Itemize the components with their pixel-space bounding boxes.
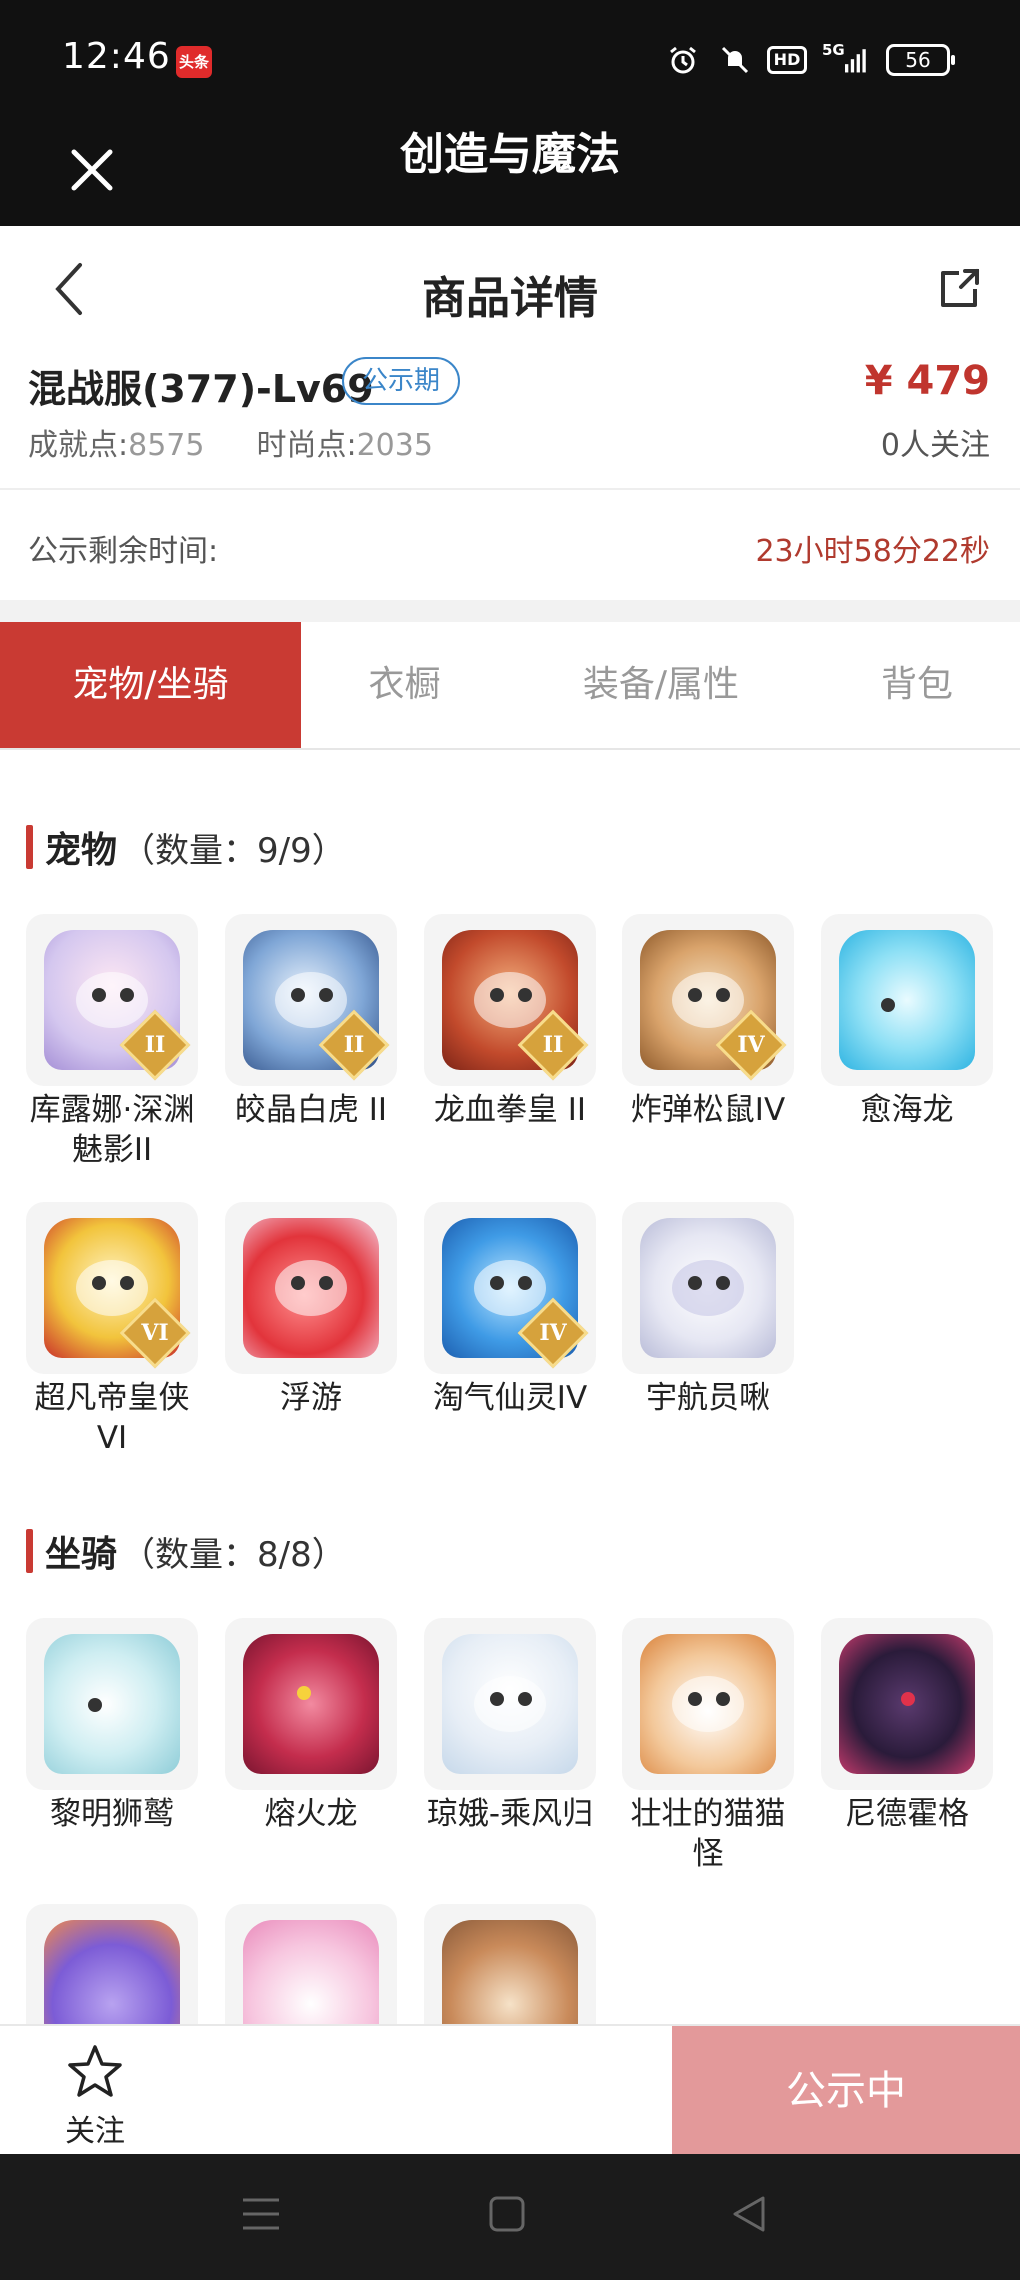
pet-item[interactable]: II 龙血拳皇 II — [424, 914, 596, 1130]
pet-thumbnail: II — [225, 914, 397, 1086]
status-bar: 12:46 头条 HD 5G 56 — [0, 0, 1020, 118]
close-icon — [71, 149, 113, 191]
pet-item[interactable]: IV 淘气仙灵IV — [424, 1202, 596, 1418]
fashion-value: 2035 — [356, 428, 433, 463]
nav-home-button[interactable] — [472, 2184, 542, 2244]
mount-name: 尼德霍格 — [845, 1796, 969, 1832]
tab-bar: 宠物/坐骑 衣橱 装备/属性 背包 — [0, 622, 1020, 750]
mount-item[interactable]: 尼德霍格 — [821, 1618, 993, 1834]
signal-icon: 5G — [822, 43, 868, 77]
pet-thumbnail: IV — [424, 1202, 596, 1374]
mount-name: 壮壮的猫猫怪 — [630, 1796, 786, 1872]
achievement-value: 8575 — [128, 428, 205, 463]
bottom-action-bar: 关注 公示中 — [0, 2024, 1020, 2156]
mounts-title: 坐骑 — [45, 1534, 118, 1575]
pets-section-title: 宠物 （数量：9/9） — [26, 824, 346, 871]
pet-name: 宇航员啾 — [646, 1380, 770, 1416]
pet-name: 淘气仙灵IV — [432, 1380, 588, 1416]
mount-item[interactable]: 熔火龙 — [225, 1618, 397, 1834]
share-icon — [941, 269, 979, 307]
pet-thumbnail — [225, 1202, 397, 1374]
server-name: 混战服(377)-Lv69 — [28, 367, 374, 411]
status-button[interactable]: 公示中 — [672, 2026, 1020, 2156]
pet-item[interactable]: 宇航员啾 — [622, 1202, 794, 1418]
system-nav-bar — [0, 2154, 1020, 2280]
pet-thumbnail: II — [26, 914, 198, 1086]
page-title: 商品详情 — [422, 273, 598, 324]
follow-button[interactable]: 关注 — [20, 2032, 170, 2150]
pet-item[interactable]: II 库露娜·深渊魅影II — [26, 914, 198, 1170]
pet-name: 炸弹松鼠IV — [630, 1092, 786, 1128]
battery-icon: 56 — [886, 44, 955, 76]
triangle-back-icon — [733, 2196, 765, 2232]
close-button[interactable] — [52, 130, 132, 210]
pet-thumbnail — [622, 1202, 794, 1374]
tab-pets-mounts[interactable]: 宠物/坐骑 — [0, 622, 301, 748]
pet-item[interactable]: II 皎晶白虎 II — [225, 914, 397, 1130]
countdown-value: 23小时58分22秒 — [755, 534, 990, 569]
mount-item[interactable]: 琼娥-乘风归 — [424, 1618, 596, 1834]
mount-thumbnail — [424, 1618, 596, 1790]
pet-item[interactable]: IV 炸弹松鼠IV — [622, 914, 794, 1130]
share-button[interactable] — [924, 254, 994, 324]
pet-name: 龙血拳皇 II — [433, 1092, 587, 1128]
mount-item[interactable]: 壮壮的猫猫怪 — [622, 1618, 794, 1874]
mount-name: 琼娥-乘风归 — [426, 1796, 594, 1832]
countdown-label: 公示剩余时间: — [28, 534, 219, 569]
mounts-count: （数量：8/8） — [121, 1534, 346, 1575]
square-icon — [489, 2196, 525, 2232]
mount-thumbnail — [26, 1618, 198, 1790]
pet-thumbnail: II — [424, 914, 596, 1086]
menu-icon — [243, 2198, 279, 2230]
price: ¥ 479 — [864, 358, 990, 404]
pet-name: 超凡帝皇侠VI — [34, 1380, 190, 1456]
detail-header: 商品详情 — [0, 226, 1020, 356]
app-title: 创造与魔法 — [400, 129, 620, 180]
nav-menu-button[interactable] — [226, 2184, 296, 2244]
mount-thumbnail — [225, 1618, 397, 1790]
section-separator — [0, 600, 1020, 622]
hd-icon: HD — [766, 43, 808, 77]
mount-thumbnail — [622, 1618, 794, 1790]
alarm-icon — [666, 43, 700, 77]
pet-item[interactable]: 愈海龙 — [821, 914, 993, 1130]
phase-badge: 公示期 — [342, 357, 461, 405]
mute-icon — [718, 43, 752, 77]
follow-label: 关注 — [65, 2114, 125, 2149]
mount-name: 熔火龙 — [264, 1796, 358, 1832]
tab-wardrobe[interactable]: 衣橱 — [301, 622, 508, 748]
mount-item[interactable]: 黎明狮鹫 — [26, 1618, 198, 1834]
stats-line: 成就点:8575 时尚点:2035 — [28, 420, 433, 464]
pets-count: （数量：9/9） — [121, 830, 346, 871]
mount-thumbnail — [821, 1618, 993, 1790]
tab-equipment[interactable]: 装备/属性 — [508, 622, 814, 748]
nav-back-button[interactable] — [714, 2184, 784, 2244]
star-icon — [68, 2045, 122, 2097]
pet-thumbnail — [821, 914, 993, 1086]
fashion-label: 时尚点: — [256, 428, 357, 463]
pet-item[interactable]: 浮游 — [225, 1202, 397, 1418]
divider — [0, 488, 1020, 490]
status-icons: HD 5G 56 — [666, 40, 955, 80]
pet-item[interactable]: VI 超凡帝皇侠VI — [26, 1202, 198, 1458]
app-title-bar: 创造与魔法 — [0, 118, 1020, 226]
pet-name: 愈海龙 — [860, 1092, 954, 1128]
pet-name: 库露娜·深渊魅影II — [29, 1092, 195, 1168]
mount-name: 黎明狮鹫 — [50, 1796, 174, 1832]
tab-backpack[interactable]: 背包 — [814, 622, 1020, 748]
status-time: 12:46 — [62, 36, 171, 77]
pet-name: 皎晶白虎 II — [234, 1092, 388, 1128]
mounts-section-title: 坐骑 （数量：8/8） — [26, 1528, 346, 1575]
follower-count: 0人关注 — [880, 428, 990, 463]
pets-title: 宠物 — [45, 830, 118, 871]
toutiao-app-icon: 头条 — [176, 46, 212, 78]
pet-thumbnail: IV — [622, 914, 794, 1086]
pet-thumbnail: VI — [26, 1202, 198, 1374]
achievement-label: 成就点: — [28, 428, 129, 463]
pet-name: 浮游 — [280, 1380, 342, 1416]
